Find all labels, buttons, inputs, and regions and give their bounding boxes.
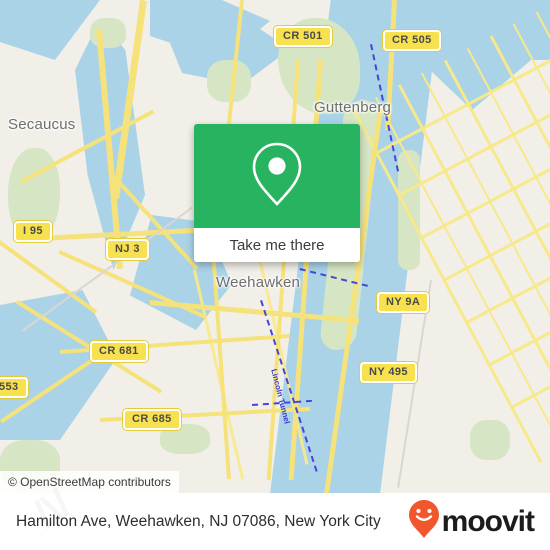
destination-card[interactable]: Take me there [194, 124, 360, 262]
map-screenshot: Lincoln Tunnel Secaucus Guttenberg Weeha… [0, 0, 550, 550]
take-me-there-button[interactable]: Take me there [194, 228, 360, 262]
osm-attribution[interactable]: © OpenStreetMap contributors [0, 471, 179, 493]
road-shield-cr-685[interactable]: CR 685 [123, 409, 181, 430]
road-shield-cr-681[interactable]: CR 681 [90, 341, 148, 362]
card-icon-area [194, 124, 360, 228]
city-label-guttenberg: Guttenberg [314, 99, 392, 116]
map-pin-icon [251, 141, 303, 212]
road-shield-ny-495[interactable]: NY 495 [360, 362, 417, 383]
bottom-bar: /\/ Hamilton Ave, Weehawken, NJ 07086, N… [0, 493, 550, 550]
road-shield-cr-501[interactable]: CR 501 [274, 26, 332, 47]
road-shield-i-95[interactable]: I 95 [14, 221, 52, 242]
park-east-small [470, 420, 510, 460]
moovit-wordmark: moovit [441, 504, 535, 538]
road-shield-ny-9a[interactable]: NY 9A [377, 292, 430, 313]
moovit-logo[interactable]: moovit [408, 499, 535, 544]
road-shield-553[interactable]: 553 [0, 377, 28, 398]
road-shield-cr-505[interactable]: CR 505 [383, 30, 441, 51]
moovit-smiley-pin-icon [408, 499, 440, 544]
road-shield-nj-3[interactable]: NJ 3 [106, 239, 149, 260]
city-label-weehawken: Weehawken [216, 274, 301, 291]
city-label-secaucus: Secaucus [8, 116, 76, 133]
